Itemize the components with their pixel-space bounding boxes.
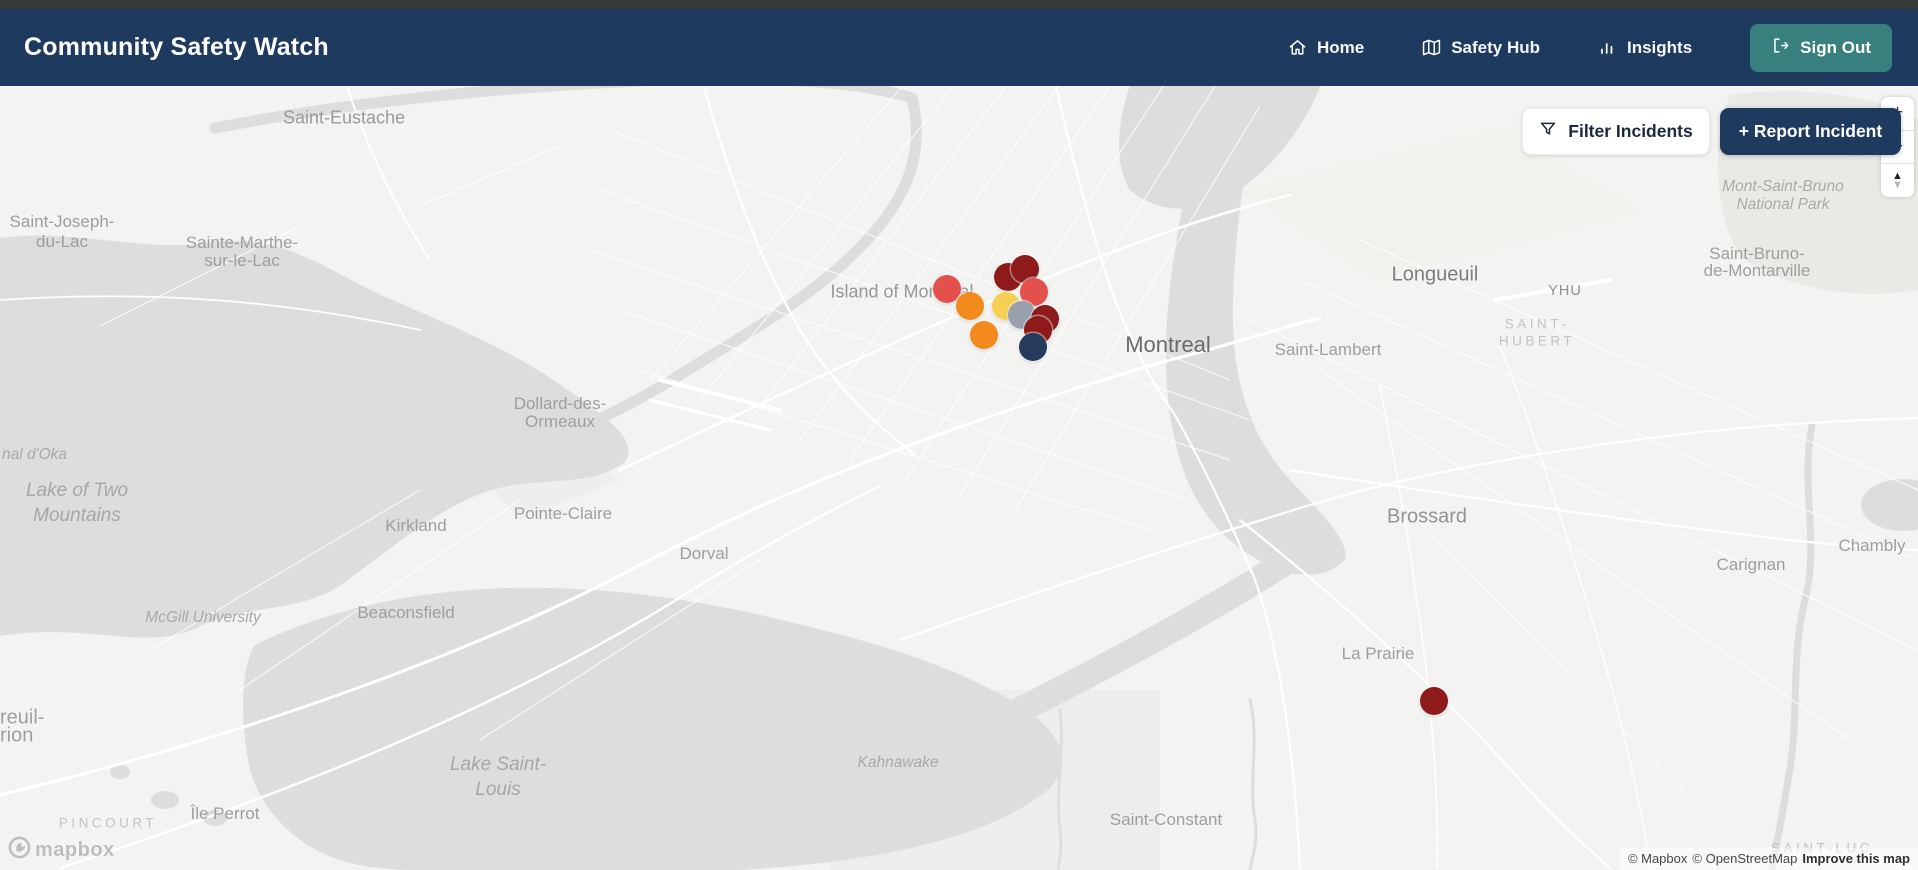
nav-item-safety-hub[interactable]: Safety Hub (1422, 38, 1540, 58)
mapbox-logo-icon (8, 836, 31, 864)
report-incident-button[interactable]: + Report Incident (1720, 108, 1901, 155)
map-icon (1422, 38, 1441, 57)
attribution-mapbox-link[interactable]: © Mapbox (1628, 851, 1687, 866)
app-header: Community Safety Watch Home Safety Hub I… (0, 9, 1918, 86)
filter-button-label: Filter Incidents (1568, 121, 1693, 141)
window-top-strip (0, 0, 1918, 9)
funnel-icon (1539, 120, 1557, 143)
filter-incidents-button[interactable]: Filter Incidents (1522, 108, 1710, 155)
report-button-label: + Report Incident (1738, 121, 1883, 141)
attribution-osm-link[interactable]: © OpenStreetMap (1692, 851, 1797, 866)
map-canvas[interactable]: Saint-Eustache Saint-Joseph-du-Lac Sainte-… (0, 86, 1918, 870)
main-nav: Home Safety Hub Insights Sign Out (1288, 23, 1892, 72)
nav-item-insights[interactable]: Insights (1598, 38, 1692, 58)
sign-out-button[interactable]: Sign Out (1750, 23, 1892, 72)
bar-chart-icon (1598, 38, 1617, 57)
incident-marker[interactable] (1420, 687, 1448, 715)
nav-label: Safety Hub (1451, 37, 1540, 57)
incident-marker[interactable] (970, 321, 998, 349)
page-title: Community Safety Watch (24, 33, 329, 61)
incident-marker[interactable] (956, 292, 984, 320)
incident-marker[interactable] (1019, 333, 1047, 361)
mapbox-logo-text: mapbox (35, 838, 115, 861)
arrow-down-icon: ▼ (1892, 178, 1903, 191)
sign-out-label: Sign Out (1800, 37, 1871, 57)
nav-label: Home (1316, 37, 1365, 57)
map-attribution: © Mapbox © OpenStreetMap Improve this ma… (1619, 848, 1918, 870)
map-base-tiles (0, 86, 1918, 870)
pitch-toggle-button[interactable]: ▲ ▼ (1881, 163, 1914, 197)
sign-out-icon (1771, 36, 1790, 60)
improve-this-map-link[interactable]: Improve this map (1802, 851, 1910, 866)
nav-item-home[interactable]: Home (1288, 38, 1364, 58)
nav-label: Insights (1627, 37, 1693, 57)
home-icon (1288, 38, 1307, 57)
mapbox-logo[interactable]: mapbox (8, 836, 115, 864)
